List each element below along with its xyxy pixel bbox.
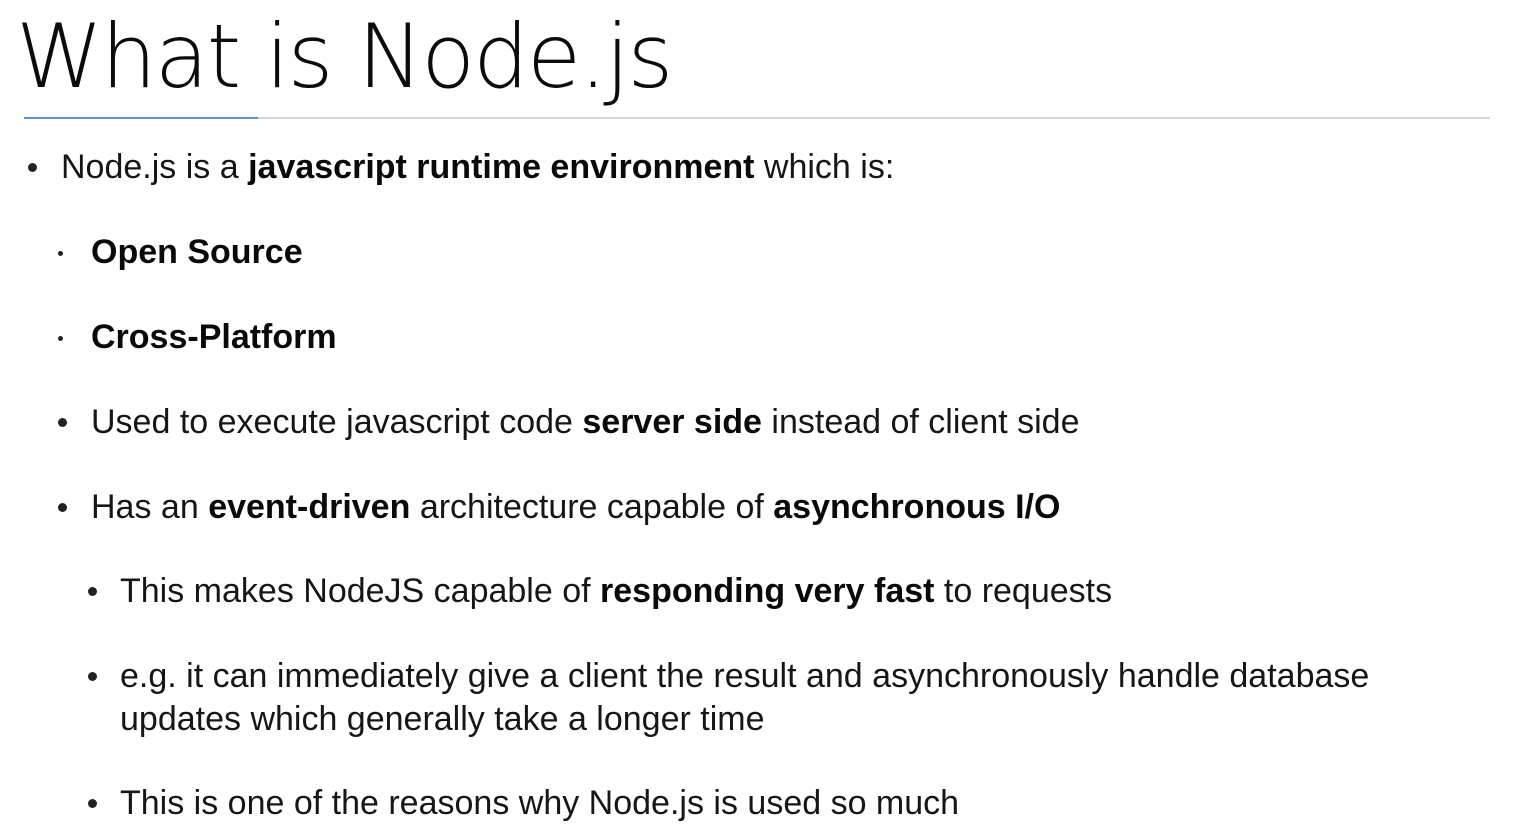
text-segment: Node.js is a — [61, 148, 249, 186]
text-segment: e.g. it can immediately give a client th… — [120, 657, 1370, 695]
bullet-icon — [88, 587, 97, 596]
text-segment: Has an — [91, 488, 209, 526]
bold-text: Open Source — [91, 233, 303, 271]
bullet-open-source: Open Source — [91, 231, 303, 273]
bullet-runtime-environment: Node.js is a javascript runtime environm… — [61, 146, 894, 188]
bullet-cross-platform: Cross-Platform — [91, 316, 337, 358]
bold-text: responding very fast — [600, 572, 935, 610]
bullet-reasons: This is one of the reasons why Node.js i… — [120, 782, 959, 824]
bullet-responding-fast: This makes NodeJS capable of responding … — [120, 570, 1112, 612]
bullet-icon — [88, 672, 97, 681]
bullet-icon — [88, 799, 97, 808]
bullet-server-side: Used to execute javascript code server s… — [91, 401, 1080, 443]
bullet-event-driven: Has an event-driven architecture capable… — [91, 486, 1060, 528]
text-segment: instead of client side — [761, 403, 1080, 441]
bullet-icon — [58, 418, 67, 427]
bullet-icon — [58, 336, 63, 341]
bold-text: asynchronous I/O — [773, 488, 1061, 526]
text-segment: This makes NodeJS capable of — [120, 572, 601, 610]
bold-text: javascript runtime environment — [248, 148, 755, 186]
text-segment: Used to execute javascript code — [91, 403, 583, 441]
bullet-icon — [58, 503, 67, 512]
text-segment: which is: — [754, 148, 895, 186]
text-segment: updates which generally take a longer ti… — [120, 700, 765, 738]
text-segment: architecture capable of — [410, 488, 774, 526]
text-segment: to requests — [934, 572, 1113, 610]
bullet-example-line2: updates which generally take a longer ti… — [120, 698, 765, 740]
slide-title: What is Node.js — [16, 5, 673, 108]
bullet-example-line1: e.g. it can immediately give a client th… — [120, 655, 1369, 697]
title-divider-accent — [24, 117, 258, 119]
bold-text: Cross-Platform — [91, 318, 337, 356]
slide: What is Node.js Node.js is a javascript … — [0, 0, 1523, 839]
bold-text: event-driven — [208, 488, 411, 526]
bold-text: server side — [582, 403, 762, 441]
bullet-icon — [28, 163, 37, 172]
text-segment: This is one of the reasons why Node.js i… — [120, 784, 960, 822]
bullet-icon — [58, 251, 63, 256]
